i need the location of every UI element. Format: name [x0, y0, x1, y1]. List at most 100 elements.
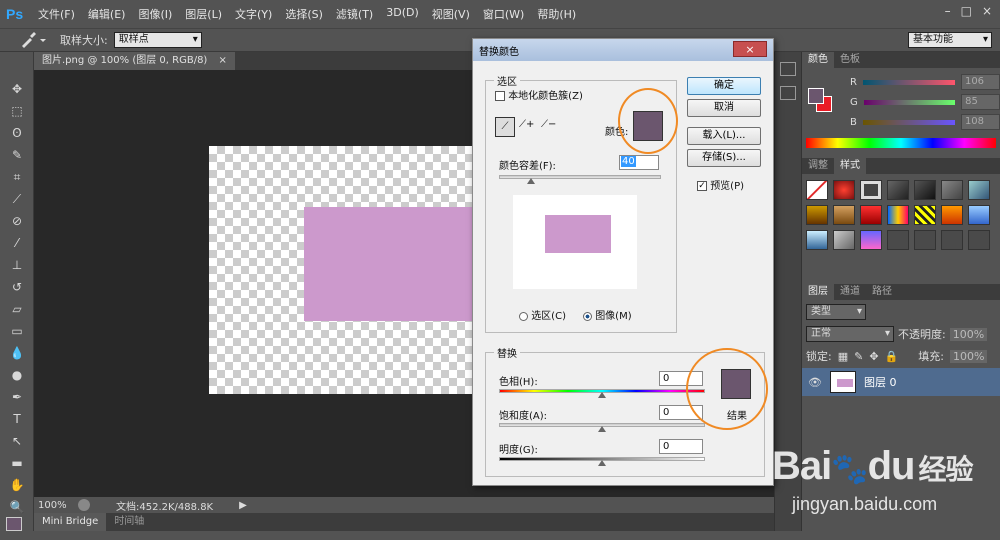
fuzziness-slider[interactable]	[499, 175, 661, 179]
style-swatch[interactable]	[887, 205, 909, 225]
history-panel-icon[interactable]	[780, 62, 796, 76]
tab-adjustments[interactable]: 调整	[802, 158, 834, 174]
green-value[interactable]: 85	[961, 94, 1000, 110]
localized-clusters-checkbox[interactable]	[495, 91, 505, 101]
style-swatch[interactable]	[833, 230, 855, 250]
menu-select[interactable]: 选择(S)	[285, 6, 323, 22]
dialog-close-button[interactable]: ×	[733, 41, 767, 57]
lightness-field[interactable]: 0	[659, 439, 703, 454]
fill-value[interactable]: 100%	[949, 349, 988, 363]
layer-row[interactable]: 👁 图层 0	[802, 368, 1000, 396]
menu-layer[interactable]: 图层(L)	[185, 6, 222, 22]
style-swatch[interactable]	[968, 205, 990, 225]
lock-all-icon[interactable]: 🔒	[885, 350, 899, 363]
saturation-slider-thumb[interactable]	[598, 426, 606, 432]
menu-help[interactable]: 帮助(H)	[537, 6, 576, 22]
pen-tool-icon[interactable]: ✒	[4, 387, 30, 408]
lightness-slider-thumb[interactable]	[598, 460, 606, 466]
ok-button[interactable]: 确定	[687, 77, 761, 95]
healing-brush-tool-icon[interactable]: ⊘	[4, 211, 30, 232]
crop-tool-icon[interactable]: ⌗	[4, 167, 30, 188]
properties-panel-icon[interactable]	[780, 86, 796, 100]
fuzziness-field[interactable]: 40	[619, 155, 659, 170]
style-swatch[interactable]	[914, 180, 936, 200]
blue-value[interactable]: 108	[960, 114, 1000, 130]
status-arrow-icon[interactable]: ▶	[239, 500, 247, 511]
hue-slider-thumb[interactable]	[598, 392, 606, 398]
eyedropper-tool-icon[interactable]: ⟋	[4, 189, 30, 210]
workspace-select[interactable]: 基本功能	[908, 32, 992, 48]
red-slider[interactable]	[862, 79, 955, 85]
lock-pixels-icon[interactable]: ▦	[838, 350, 848, 363]
close-window-button[interactable]: ×	[982, 4, 992, 18]
zoom-tool-icon[interactable]: 🔍	[4, 497, 30, 518]
layer-name[interactable]: 图层 0	[864, 374, 897, 390]
blur-tool-icon[interactable]: 💧	[4, 343, 30, 364]
style-swatch[interactable]	[806, 230, 828, 250]
blend-mode-select[interactable]: 正常	[806, 326, 894, 342]
tab-mini-bridge[interactable]: Mini Bridge	[34, 513, 107, 531]
menu-file[interactable]: 文件(F)	[38, 6, 75, 22]
lock-paint-icon[interactable]: ✎	[854, 350, 863, 363]
color-spectrum[interactable]	[806, 138, 996, 148]
green-slider[interactable]	[863, 99, 956, 105]
history-brush-tool-icon[interactable]: ↺	[4, 277, 30, 298]
style-swatch[interactable]	[833, 180, 855, 200]
cancel-button[interactable]: 取消	[687, 99, 761, 117]
eyedropper-button[interactable]: ⟋	[495, 117, 515, 137]
radio-image[interactable]	[583, 311, 592, 321]
hand-tool-icon[interactable]: ✋	[4, 475, 30, 496]
style-swatch[interactable]	[968, 230, 990, 250]
menu-view[interactable]: 视图(V)	[432, 6, 470, 22]
style-swatch[interactable]	[860, 205, 882, 225]
dodge-tool-icon[interactable]: ●	[4, 365, 30, 386]
menu-edit[interactable]: 编辑(E)	[88, 6, 126, 22]
lock-position-icon[interactable]: ✥	[869, 350, 878, 363]
gradient-tool-icon[interactable]: ▭	[4, 321, 30, 342]
tab-swatches[interactable]: 色板	[834, 52, 866, 68]
load-button[interactable]: 载入(L)...	[687, 127, 761, 145]
save-button[interactable]: 存储(S)...	[687, 149, 761, 167]
maximize-button[interactable]: □	[961, 4, 972, 18]
red-value[interactable]: 106	[960, 74, 1000, 90]
menu-filter[interactable]: 滤镜(T)	[336, 6, 373, 22]
tab-layers[interactable]: 图层	[802, 284, 834, 300]
style-swatch[interactable]	[860, 180, 882, 200]
style-swatch[interactable]	[887, 180, 909, 200]
blue-slider[interactable]	[862, 119, 955, 125]
tab-paths[interactable]: 路径	[866, 284, 898, 300]
move-tool-icon[interactable]: ✥	[4, 79, 30, 100]
menu-image[interactable]: 图像(I)	[138, 6, 172, 22]
style-swatch[interactable]	[806, 205, 828, 225]
style-swatch[interactable]	[941, 230, 963, 250]
eraser-tool-icon[interactable]: ▱	[4, 299, 30, 320]
preview-checkbox[interactable]: ✓	[697, 181, 707, 191]
type-tool-icon[interactable]: T	[4, 409, 30, 430]
quick-select-tool-icon[interactable]: ✎	[4, 145, 30, 166]
document-image[interactable]	[209, 146, 509, 394]
fg-bg-color-icon[interactable]	[808, 88, 834, 114]
fuzziness-slider-thumb[interactable]	[527, 178, 536, 184]
brush-tool-icon[interactable]: ⁄	[4, 233, 30, 254]
style-swatch[interactable]	[806, 180, 828, 200]
eyedropper-minus-icon[interactable]: ⟋−	[541, 119, 556, 130]
minimize-button[interactable]: –	[945, 4, 951, 18]
tab-timeline[interactable]: 时间轴	[106, 513, 152, 531]
sample-size-select[interactable]: 取样点	[113, 32, 202, 48]
eyedropper-tool-preset-icon[interactable]	[18, 30, 48, 50]
menu-window[interactable]: 窗口(W)	[483, 6, 524, 22]
foreground-color-swatch[interactable]	[6, 517, 22, 531]
style-swatch[interactable]	[968, 180, 990, 200]
visibility-eye-icon[interactable]: 👁	[808, 376, 824, 389]
rectangle-tool-icon[interactable]: ▬	[4, 453, 30, 474]
zoom-level[interactable]: 100%	[38, 500, 78, 511]
layer-kind-select[interactable]: 类型	[806, 304, 866, 320]
radio-selection[interactable]	[519, 311, 528, 321]
clone-stamp-tool-icon[interactable]: ⊥	[4, 255, 30, 276]
menu-type[interactable]: 文字(Y)	[235, 6, 272, 22]
dialog-titlebar[interactable]: 替换颜色	[473, 39, 773, 61]
path-selection-tool-icon[interactable]: ↖	[4, 431, 30, 452]
document-tab-close-icon[interactable]: ×	[219, 55, 227, 66]
style-swatch[interactable]	[941, 205, 963, 225]
menu-3d[interactable]: 3D(D)	[386, 6, 419, 22]
